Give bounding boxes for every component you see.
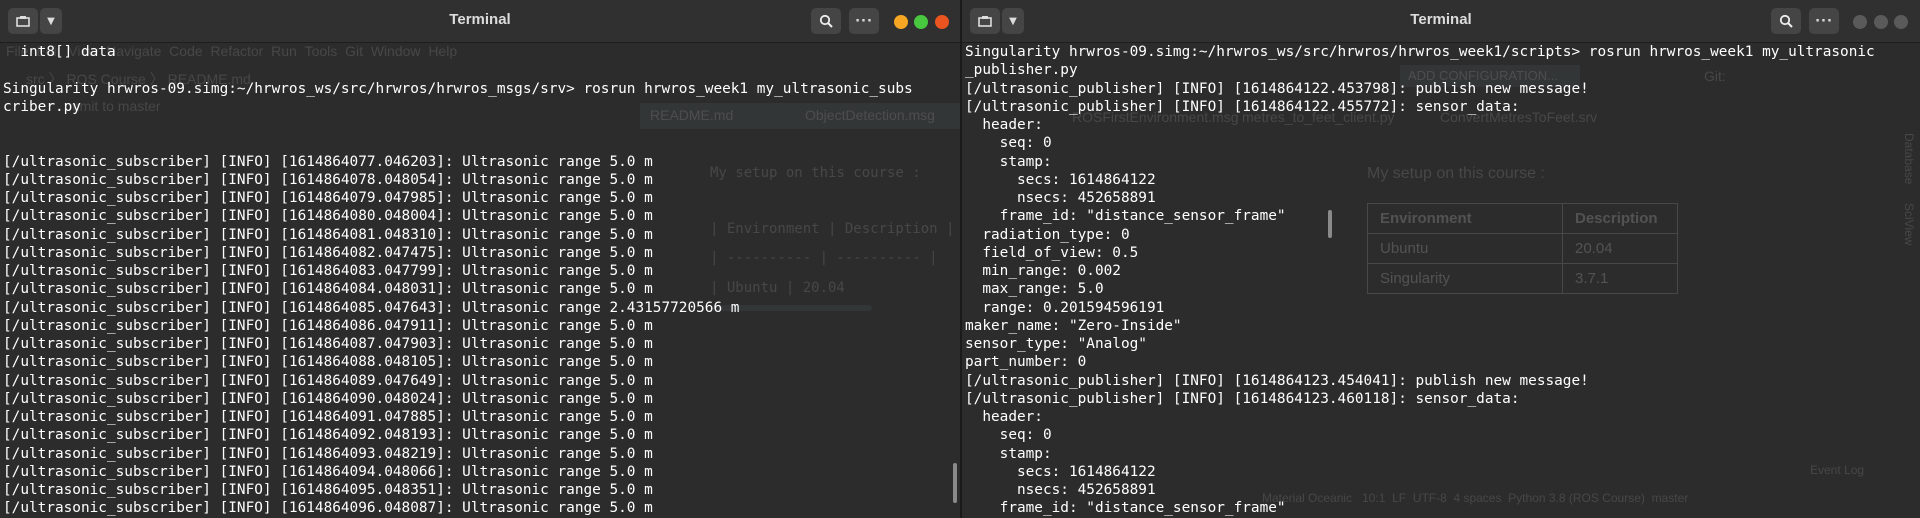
minimize-button[interactable] (1853, 15, 1867, 29)
terminal-line: sensor_type: "Analog" (965, 336, 1147, 352)
terminal-line: secs: 1614864122 (965, 463, 1156, 480)
terminal-line: [/ultrasonic_publisher] [INFO] [16148641… (965, 80, 1589, 97)
terminal-line: part_number: 0 (965, 354, 1087, 371)
terminal-line: min_range: 0.002 (965, 263, 1121, 279)
scrollbar-thumb[interactable] (1328, 210, 1332, 238)
terminal-line: seq: 0 (965, 135, 1052, 152)
terminal-output[interactable]: int8[] data Singularity hrwros-09.simg:~/… (0, 43, 960, 518)
terminal-line: [/ultrasonic_subscriber] [INFO] [1614864… (3, 500, 653, 517)
titlebar[interactable]: ▼ Terminal ··· (0, 0, 960, 43)
terminal-line: stamp: (965, 153, 1052, 170)
terminal-line: [/ultrasonic_publisher] [INFO] [16148641… (965, 390, 1520, 407)
menu-button[interactable]: ··· (1809, 8, 1839, 34)
maximize-button[interactable] (1874, 15, 1888, 29)
maximize-button[interactable] (914, 15, 928, 29)
minimize-button[interactable] (894, 15, 908, 29)
terminal-line: [/ultrasonic_subscriber] [INFO] [1614864… (3, 281, 653, 298)
search-icon (1779, 14, 1793, 28)
terminal-line: [/ultrasonic_subscriber] [INFO] [1614864… (3, 463, 653, 480)
terminal-line: maker_name: "Zero-Inside" (965, 317, 1182, 334)
terminal-line: [/ultrasonic_subscriber] [INFO] [1614864… (3, 372, 653, 389)
scrollbar-thumb[interactable] (953, 463, 957, 503)
terminal-line: field_of_view: 0.5 (965, 244, 1139, 261)
terminal-line: [/ultrasonic_subscriber] [INFO] [1614864… (3, 190, 653, 206)
terminal-line: [/ultrasonic_subscriber] [INFO] [1614864… (3, 390, 653, 407)
terminal-line: nsecs: 452658891 (965, 482, 1156, 498)
terminal-line: [/ultrasonic_subscriber] [INFO] [1614864… (3, 153, 653, 170)
terminal-window-left[interactable]: ▼ Terminal ··· File Edit View Navigate C… (0, 0, 960, 518)
terminal-line: [/ultrasonic_subscriber] [INFO] [1614864… (3, 208, 653, 225)
terminal-line: header: (965, 409, 1043, 425)
search-icon (819, 14, 833, 28)
terminal-line: [/ultrasonic_subscriber] [INFO] [1614864… (3, 171, 653, 188)
close-button[interactable] (1894, 15, 1908, 29)
terminal-line: [/ultrasonic_subscriber] [INFO] [1614864… (3, 445, 653, 462)
terminal-line: frame_id: "distance_sensor_frame" (965, 208, 1286, 225)
terminal-line: header: (965, 117, 1043, 133)
terminal-line: criber.py (3, 98, 81, 115)
terminal-line: seq: 0 (965, 427, 1052, 444)
terminal-line: [/ultrasonic_subscriber] [INFO] [1614864… (3, 317, 653, 334)
terminal-line: stamp: (965, 445, 1052, 462)
search-button[interactable] (1771, 8, 1801, 34)
hamburger-icon: ··· (855, 13, 873, 29)
terminal-line: frame_id: "distance_sensor_frame" (965, 500, 1286, 517)
menu-button[interactable]: ··· (849, 8, 879, 34)
terminal-content[interactable]: File Edit View Navigate Code Refactor Ru… (0, 43, 960, 518)
terminal-line: secs: 1614864122 (965, 171, 1156, 188)
terminal-line: [/ultrasonic_subscriber] [INFO] [1614864… (3, 427, 653, 444)
terminal-line: [/ultrasonic_subscriber] [INFO] [1614864… (3, 354, 653, 371)
terminal-line: nsecs: 452658891 (965, 190, 1156, 206)
terminal-line: [/ultrasonic_publisher] [INFO] [16148641… (965, 372, 1589, 389)
search-button[interactable] (811, 8, 841, 34)
terminal-line: _publisher.py (965, 62, 1078, 79)
terminal-line: range: 0.201594596191 (965, 299, 1165, 316)
close-button[interactable] (935, 15, 949, 29)
terminal-line: [/ultrasonic_subscriber] [INFO] [1614864… (3, 299, 740, 316)
terminal-line: [/ultrasonic_subscriber] [INFO] [1614864… (3, 244, 653, 261)
terminal-line: radiation_type: 0 (965, 226, 1130, 243)
terminal-line: [/ultrasonic_subscriber] [INFO] [1614864… (3, 226, 653, 243)
terminal-window-right[interactable]: ▼ Terminal ··· ADD CONFIGURATION... Git:… (962, 0, 1920, 518)
hamburger-icon: ··· (1815, 13, 1833, 29)
terminal-line: Singularity hrwros-09.simg:~/hrwros_ws/s… (3, 80, 913, 97)
terminal-output[interactable]: Singularity hrwros-09.simg:~/hrwros_ws/s… (962, 43, 1920, 518)
terminal-line: [/ultrasonic_publisher] [INFO] [16148641… (965, 98, 1520, 115)
terminal-line: [/ultrasonic_subscriber] [INFO] [1614864… (3, 409, 653, 425)
terminal-line: [/ultrasonic_subscriber] [INFO] [1614864… (3, 482, 653, 498)
terminal-line: max_range: 5.0 (965, 281, 1104, 298)
terminal-line: [/ultrasonic_subscriber] [INFO] [1614864… (3, 336, 653, 352)
titlebar[interactable]: ▼ Terminal ··· (962, 0, 1920, 43)
terminal-line: Singularity hrwros-09.simg:~/hrwros_ws/s… (965, 44, 1875, 60)
terminal-line: [/ultrasonic_subscriber] [INFO] [1614864… (3, 263, 653, 279)
terminal-line: int8[] data (3, 44, 116, 60)
terminal-content[interactable]: ADD CONFIGURATION... Git: ROSFirstEnviro… (962, 43, 1920, 518)
